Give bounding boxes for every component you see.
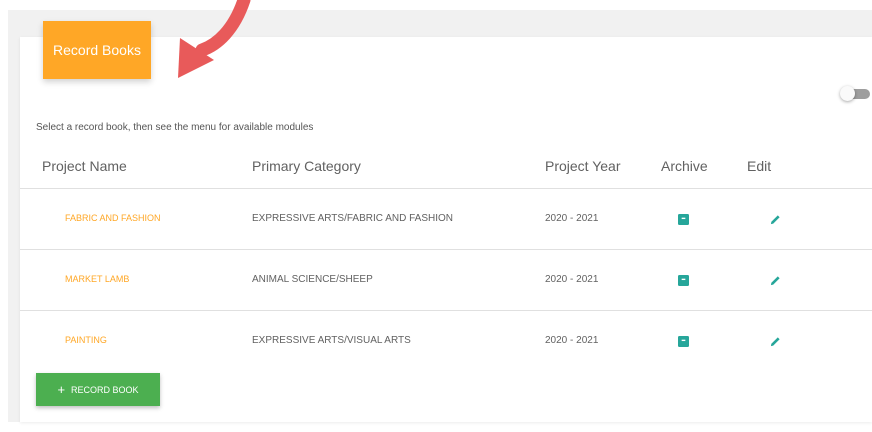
column-header-edit: Edit	[747, 158, 772, 174]
table-header: Project Name Primary Category Project Ye…	[20, 146, 872, 189]
column-header-archive: Archive	[661, 158, 708, 174]
table-row[interactable]: MARKET LAMB ANIMAL SCIENCE/SHEEP 2020 - …	[20, 250, 872, 311]
archive-box-icon[interactable]	[678, 336, 689, 347]
plus-icon: +	[57, 382, 66, 397]
archive-box-icon[interactable]	[678, 214, 689, 225]
pencil-icon[interactable]	[770, 336, 781, 347]
primary-category-cell: EXPRESSIVE ARTS/FABRIC AND FASHION	[252, 213, 453, 224]
add-record-book-button[interactable]: + RECORD BOOK	[36, 373, 160, 406]
pencil-icon[interactable]	[770, 275, 781, 286]
project-year-cell: 2020 - 2021	[545, 335, 599, 346]
column-header-project-year[interactable]: Project Year	[545, 158, 621, 174]
column-header-project-name[interactable]: Project Name	[42, 158, 127, 174]
add-record-book-label: RECORD BOOK	[71, 384, 139, 395]
project-year-cell: 2020 - 2021	[545, 274, 599, 285]
view-toggle[interactable]	[840, 86, 870, 101]
column-header-primary-category[interactable]: Primary Category	[252, 158, 361, 174]
table-row[interactable]: FABRIC AND FASHION EXPRESSIVE ARTS/FABRI…	[20, 189, 872, 250]
primary-category-cell: ANIMAL SCIENCE/SHEEP	[252, 274, 373, 285]
table-row[interactable]: PAINTING EXPRESSIVE ARTS/VISUAL ARTS 202…	[20, 311, 872, 371]
primary-category-cell: EXPRESSIVE ARTS/VISUAL ARTS	[252, 335, 411, 346]
page-title: Record Books	[53, 42, 141, 58]
project-name-link[interactable]: MARKET LAMB	[65, 274, 129, 284]
project-name-link[interactable]: FABRIC AND FASHION	[65, 213, 161, 223]
project-name-link[interactable]: PAINTING	[65, 335, 107, 345]
curved-arrow-icon	[178, 0, 251, 78]
card-header-badge: Record Books	[43, 21, 151, 79]
instructions-text: Select a record book, then see the menu …	[36, 122, 314, 133]
record-books-table: Project Name Primary Category Project Ye…	[20, 146, 872, 371]
archive-box-icon[interactable]	[678, 275, 689, 286]
toggle-knob	[840, 86, 855, 101]
project-year-cell: 2020 - 2021	[545, 213, 599, 224]
pencil-icon[interactable]	[770, 214, 781, 225]
